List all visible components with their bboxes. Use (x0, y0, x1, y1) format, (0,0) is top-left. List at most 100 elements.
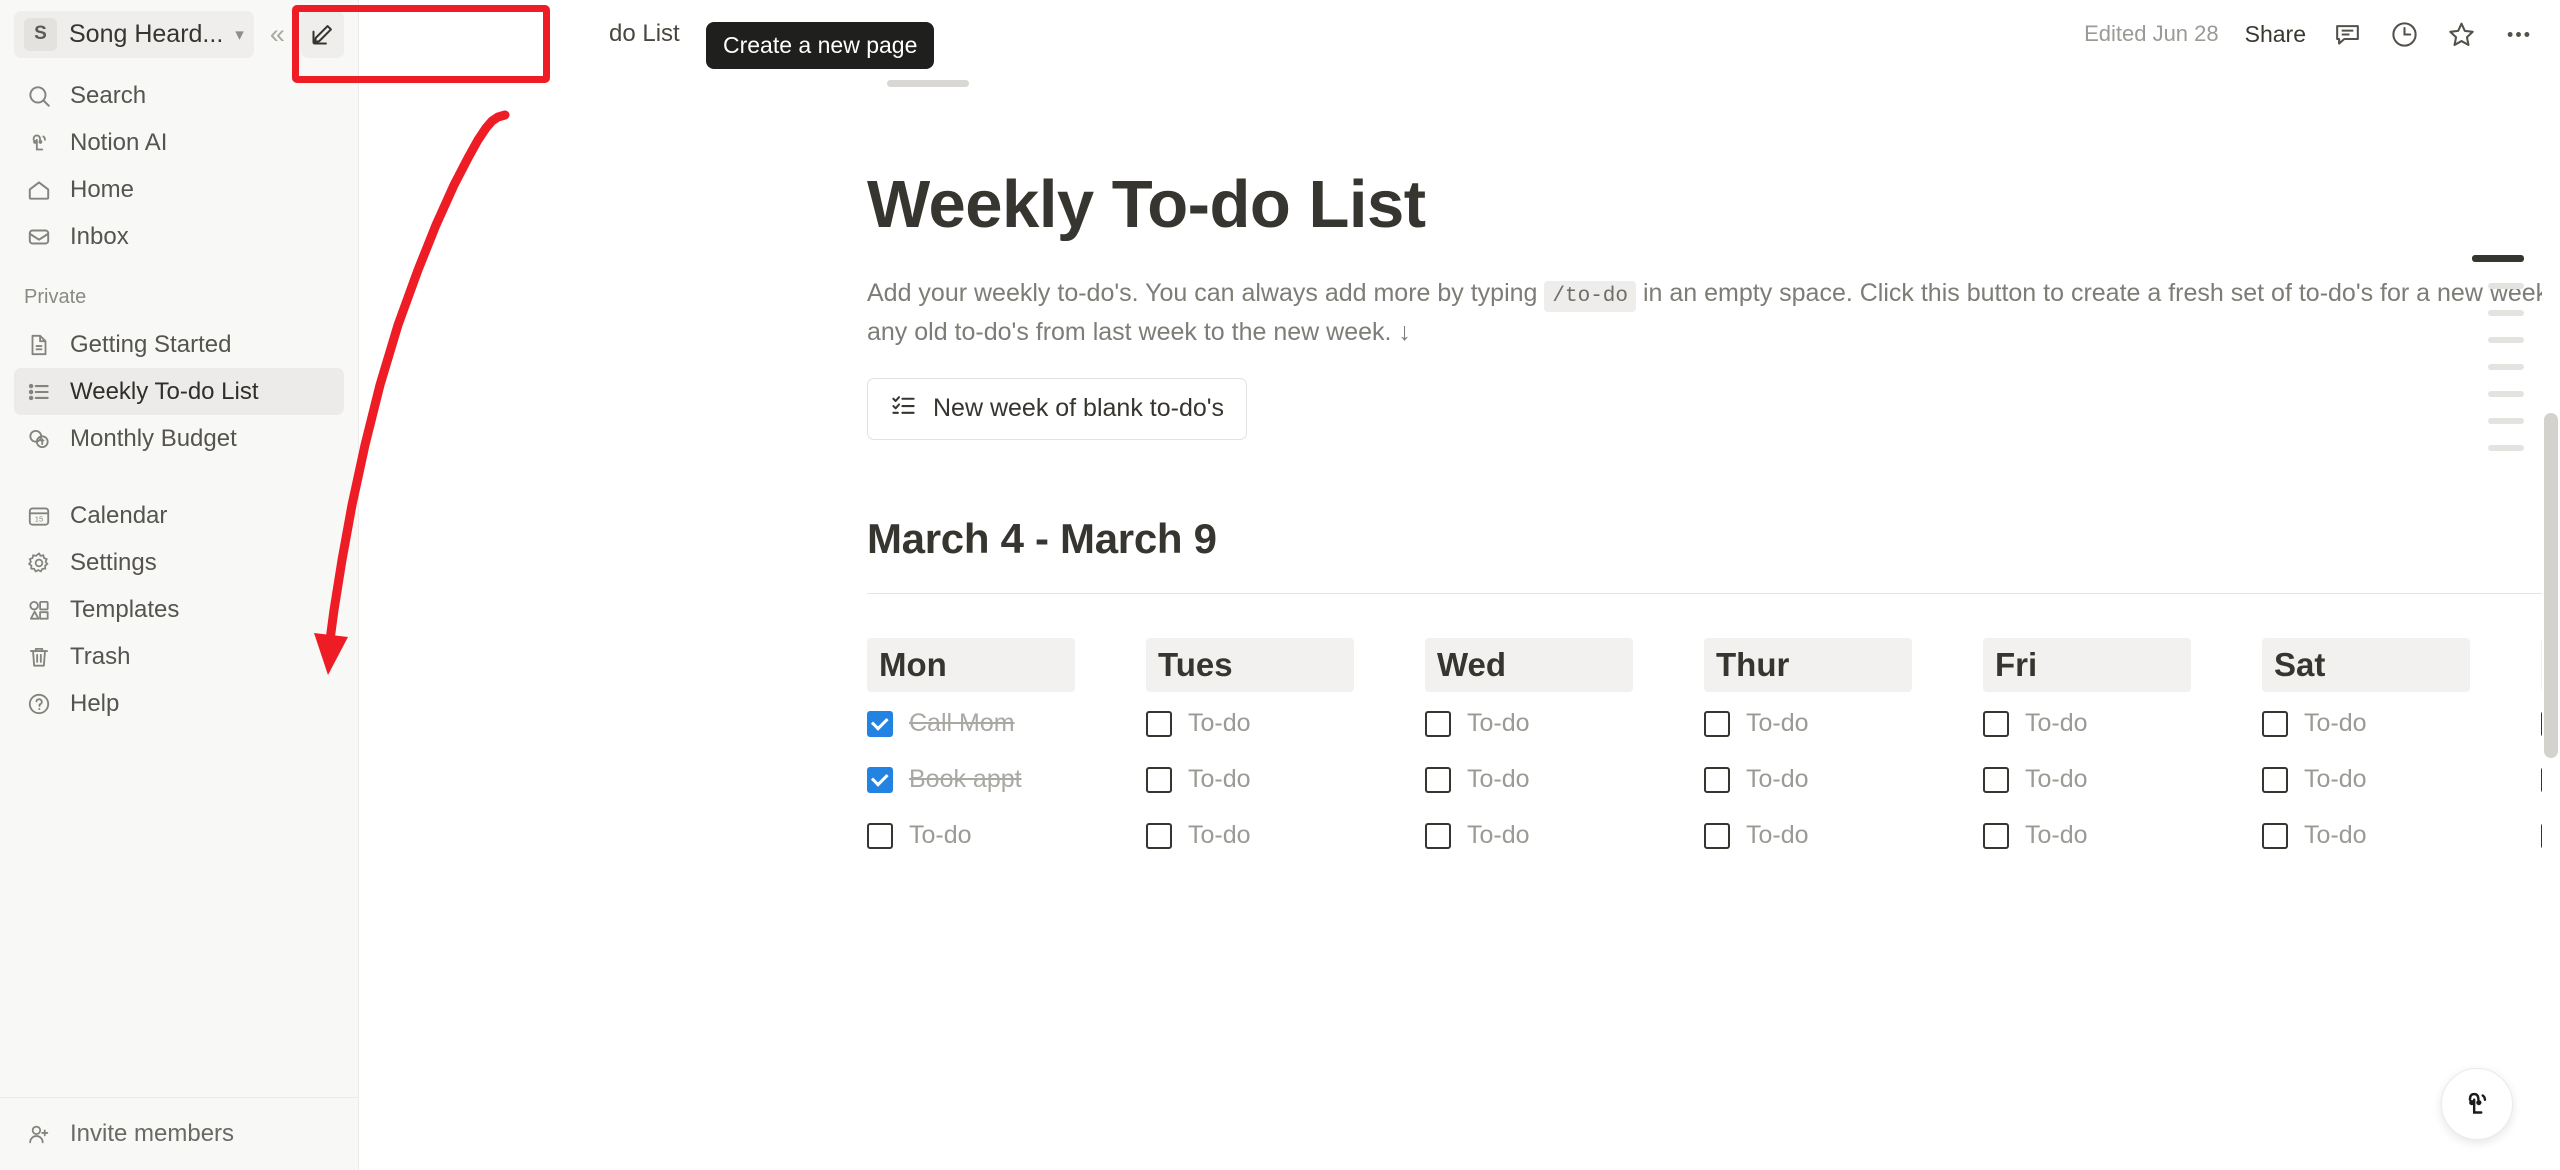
todo-item-label[interactable]: To-do (1467, 709, 1530, 738)
checkbox-unchecked[interactable] (2262, 710, 2288, 737)
checkbox-unchecked[interactable] (1425, 710, 1451, 737)
new-week-button[interactable]: New week of blank to-do's (867, 377, 1248, 440)
todo-item-label[interactable]: To-do (2304, 765, 2367, 794)
todo-item-label[interactable]: To-do (1188, 765, 1251, 794)
todo-item[interactable]: To-do (1146, 756, 1425, 804)
day-header: Wed (1425, 637, 1633, 692)
page-title[interactable]: Weekly To-do List (867, 168, 2560, 242)
todo-item[interactable]: To-do (2262, 756, 2541, 804)
outline-line[interactable] (2488, 364, 2524, 370)
create-new-page-tooltip: Create a new page (706, 22, 935, 69)
todo-item-label[interactable]: Book appt (909, 765, 1022, 794)
create-new-page-button[interactable] (300, 10, 344, 58)
day-header: Fri (1983, 637, 2191, 692)
notion-ai-fab-button[interactable] (2441, 1068, 2513, 1140)
todo-item[interactable]: To-do (1983, 812, 2262, 860)
workspace-switcher[interactable]: S Song Heard... ▾ (14, 10, 254, 58)
outline-line[interactable] (2488, 283, 2524, 289)
outline-line[interactable] (2488, 391, 2524, 397)
checkbox-unchecked[interactable] (1983, 710, 2009, 737)
outline-line[interactable] (2488, 418, 2524, 424)
sidebar-item-calendar[interactable]: 15 Calendar (14, 492, 344, 539)
todo-item[interactable]: To-do (1704, 812, 1983, 860)
checkbox-unchecked[interactable] (1425, 822, 1451, 849)
todo-item-label[interactable]: To-do (1746, 821, 1809, 850)
todo-item-label[interactable]: To-do (2025, 765, 2088, 794)
checkbox-unchecked[interactable] (1704, 822, 1730, 849)
outline-line[interactable] (2488, 445, 2524, 451)
todo-item-label[interactable]: To-do (1746, 765, 1809, 794)
sidebar-item-monthly-budget[interactable]: Monthly Budget (14, 415, 344, 462)
todo-item-label[interactable]: To-do (2304, 709, 2367, 738)
outline-line[interactable] (2488, 310, 2524, 316)
sidebar-item-settings[interactable]: Settings (14, 539, 344, 586)
checkbox-unchecked[interactable] (1146, 710, 1172, 737)
todo-item[interactable]: To-do (2262, 812, 2541, 860)
todo-item[interactable]: To-do (1146, 812, 1425, 860)
sidebar-item-notion-ai[interactable]: Notion AI (14, 119, 344, 166)
document-outline[interactable] (2472, 255, 2524, 472)
checkbox-unchecked[interactable] (1983, 822, 2009, 849)
todo-item-label[interactable]: To-do (1746, 709, 1809, 738)
todo-item[interactable]: To-do (2262, 700, 2541, 748)
checkbox-unchecked[interactable] (1146, 822, 1172, 849)
checkbox-unchecked[interactable] (2262, 766, 2288, 793)
star-icon[interactable] (2446, 19, 2477, 50)
todo-item-label[interactable]: To-do (909, 821, 972, 850)
breadcrumb[interactable]: do List (373, 20, 680, 48)
todo-item[interactable]: To-do (1425, 700, 1704, 748)
checkbox-unchecked[interactable] (1983, 766, 2009, 793)
todo-item[interactable]: To-do (1983, 700, 2262, 748)
sidebar-item-label: Weekly To-do List (70, 377, 259, 405)
checkbox-unchecked[interactable] (1146, 766, 1172, 793)
todo-item[interactable]: To-do (1425, 756, 1704, 804)
checkbox-unchecked[interactable] (1425, 766, 1451, 793)
todo-item[interactable]: To-do (1983, 756, 2262, 804)
calendar-icon: 15 (24, 501, 53, 530)
sidebar-item-home[interactable]: Home (14, 166, 344, 213)
more-options-icon[interactable] (2503, 19, 2534, 50)
outline-line[interactable] (2488, 337, 2524, 343)
comment-icon[interactable] (2332, 19, 2363, 50)
todo-item-label[interactable]: To-do (1188, 821, 1251, 850)
todo-item-label[interactable]: To-do (2025, 709, 2088, 738)
checkbox-unchecked[interactable] (1704, 766, 1730, 793)
notion-ai-icon (2468, 1092, 2487, 1114)
todo-item-label[interactable]: To-do (1467, 821, 1530, 850)
sidebar-item-search[interactable]: Search (14, 72, 344, 119)
week-heading[interactable]: March 4 - March 9 (867, 515, 2560, 563)
checkbox-checked[interactable] (867, 766, 893, 793)
sidebar-item-trash[interactable]: Trash (14, 633, 344, 680)
sidebar-item-help[interactable]: Help (14, 680, 344, 727)
todo-item[interactable]: To-do (867, 812, 1146, 860)
todo-item-label[interactable]: To-do (2025, 821, 2088, 850)
checkbox-unchecked[interactable] (2262, 822, 2288, 849)
todo-item[interactable]: To-do (1704, 756, 1983, 804)
help-icon (24, 689, 53, 718)
share-button[interactable]: Share (2245, 21, 2306, 48)
collapse-sidebar-icon[interactable]: « (270, 19, 285, 50)
sidebar-item-templates[interactable]: Templates (14, 586, 344, 633)
todo-item[interactable]: To-do (1704, 700, 1983, 748)
todo-item[interactable]: To-do (1425, 812, 1704, 860)
todo-item-label[interactable]: Call Mom (909, 709, 1015, 738)
invite-members-button[interactable]: Invite members (14, 1112, 345, 1156)
todo-item-label[interactable]: To-do (1188, 709, 1251, 738)
outline-line[interactable] (2472, 255, 2524, 262)
sidebar-item-getting-started[interactable]: Getting Started (14, 321, 344, 368)
checkbox-checked[interactable] (867, 710, 893, 737)
sidebar-item-weekly-todo-list[interactable]: Weekly To-do List (14, 368, 344, 415)
page-scrollbar-thumb[interactable] (2544, 413, 2558, 758)
todo-item[interactable]: To-do (1146, 700, 1425, 748)
todo-item[interactable]: Book appt (867, 756, 1146, 804)
todo-item-label[interactable]: To-do (1467, 765, 1530, 794)
checkbox-unchecked[interactable] (867, 822, 893, 849)
todo-item-label[interactable]: To-do (2304, 821, 2367, 850)
person-add-icon (24, 1120, 53, 1149)
todo-item[interactable]: Call Mom (867, 700, 1146, 748)
sidebar-item-inbox[interactable]: Inbox (14, 213, 344, 260)
checkbox-unchecked[interactable] (1704, 710, 1730, 737)
page-scrollbar-track[interactable] (2542, 68, 2560, 1170)
sidebar: S Song Heard... ▾ « Search Notion AI Hom… (0, 0, 359, 1170)
history-icon[interactable] (2389, 19, 2420, 50)
